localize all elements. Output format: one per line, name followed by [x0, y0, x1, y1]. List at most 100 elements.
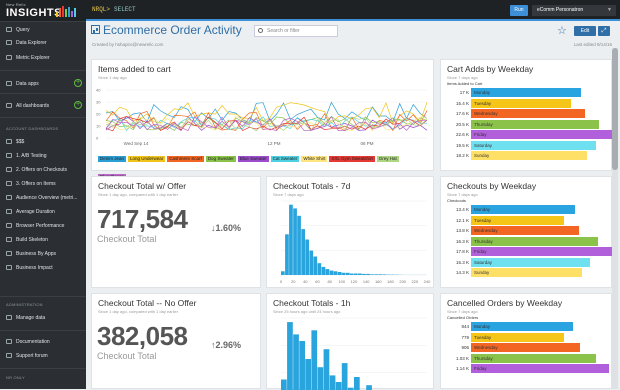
sidebar-dashboard-item[interactable]: 2. Offers on Checkouts [0, 164, 86, 175]
sidebar-dashboard-item[interactable]: Audience Overview (metri... [0, 192, 86, 203]
data-apps-icon [6, 81, 12, 86]
sidebar-item-query[interactable]: Query [0, 24, 86, 35]
legend-item[interactable]: XXL Gym Sweatshirt [329, 156, 374, 162]
fullscreen-button[interactable]: ⤢ [598, 26, 610, 36]
legend-item[interactable]: Long Underwear [128, 156, 165, 162]
widget-title: Checkouts by Weekday [447, 181, 536, 191]
legend-item[interactable]: Cat Sweater [271, 156, 300, 162]
weekday-row: 22.6 KFriday [445, 130, 619, 139]
sidebar-item-manage-data[interactable]: Manage data [0, 312, 86, 323]
search-input[interactable]: Search or filter [254, 25, 338, 37]
row-value: 17 K [445, 88, 469, 97]
documentation-icon [6, 339, 12, 344]
sidebar-dashboard-item[interactable]: Business Impact [0, 262, 86, 273]
weekday-row: 12.1 KTuesday [445, 216, 619, 225]
row-value: 1.03 K [445, 354, 469, 363]
weekday-bar: Tuesday [471, 333, 564, 342]
edit-button[interactable]: Edit [574, 26, 596, 36]
y-tick-label: 20 [96, 112, 101, 117]
account-name: eComm Personatron [537, 7, 583, 13]
weekday-bar: Wednesday [471, 226, 579, 235]
legend-item[interactable]: Blue Sweater [238, 156, 269, 162]
widget-checkout-totals-7d[interactable]: Checkout Totals - 7d Since 7 days ago 02… [266, 176, 434, 288]
widget-title: Checkout Total w/ Offer [98, 181, 186, 191]
histogram-bar [281, 380, 287, 390]
sidebar-item-data-explorer[interactable]: Data Explorer [0, 37, 86, 48]
sidebar-dashboard-item[interactable]: 3. Offers on Items [0, 178, 86, 189]
sidebar-item-label: 1. A/B Testing [16, 153, 46, 159]
weekday-row: 844Monday [445, 322, 619, 331]
sidebar-dashboard-item[interactable]: Average Duration [0, 206, 86, 217]
widget-checkout-totals-1h[interactable]: Checkout Totals - 1h Since 25 hours ago … [266, 293, 434, 389]
legend-item[interactable]: Grey Hat [377, 156, 399, 162]
add-data-app-button[interactable]: + [74, 79, 82, 87]
weekday-bar: Wednesday [471, 343, 580, 352]
row-value: 19.5 K [445, 141, 469, 150]
histogram-bar [281, 271, 285, 275]
y-tick-label: 30 [96, 100, 101, 105]
sidebar-item-support-forum[interactable]: Support forum [0, 350, 86, 361]
histogram-bar [370, 274, 374, 275]
weekday-bar: Friday [471, 247, 612, 256]
histogram-bar [326, 269, 330, 275]
sidebar-dashboard-item[interactable]: 1. A/B Testing [0, 150, 86, 161]
row-value: 13.4 K [445, 205, 469, 214]
sidebar-dashboard-item[interactable]: Build Skeleton [0, 234, 86, 245]
widget-checkout-total-offer[interactable]: Checkout Total w/ Offer Since 1 day ago,… [91, 176, 261, 288]
widget-subtitle: Since 1 day ago, compared with 1 day ear… [98, 192, 178, 197]
histogram-bar [324, 349, 330, 390]
widget-items-added[interactable]: Items added to cart Since 1 day ago 4030… [91, 59, 434, 171]
histogram-bar [354, 377, 360, 390]
histogram-bar [330, 375, 336, 390]
legend-item[interactable]: Cashmere Scarf [167, 156, 204, 162]
x-tick-label: 180 [387, 279, 394, 284]
weekday-row: 19.5 KSaturday [445, 141, 619, 150]
histogram-bar [318, 263, 322, 275]
query-icon [6, 27, 12, 32]
section-administration: ADMINISTRATION [6, 302, 43, 307]
sidebar-item-label: All dashboards [16, 103, 49, 109]
weekday-bar: Saturday [471, 258, 590, 267]
nrql-input[interactable]: NRQL>SELECT [92, 6, 136, 13]
scrollbar-thumb[interactable] [612, 48, 618, 170]
x-tick-label: 140 [363, 279, 370, 284]
widget-cart-adds-weekday[interactable]: Cart Adds by Weekday Since 7 days ago It… [440, 59, 612, 171]
change-percent: ↓1.60% [211, 223, 241, 233]
dashboard-icon [6, 167, 12, 172]
row-value: 12.1 K [445, 216, 469, 225]
run-button[interactable]: Run [510, 5, 528, 16]
legend-item[interactable]: White Shirt [301, 156, 327, 162]
sidebar-item-label: Browser Performance [16, 223, 64, 229]
weekday-row: 906Wednesday [445, 343, 619, 352]
widget-checkout-total-nooffer[interactable]: Checkout Total -- No Offer Since 1 day a… [91, 293, 261, 389]
sidebar-item-metric-explorer[interactable]: Metric Explorer [0, 52, 86, 63]
histogram-bar [285, 234, 289, 275]
dashboard-icon [6, 153, 12, 158]
sidebar-dashboard-item[interactable]: Browser Performance [0, 220, 86, 231]
weekday-row: 1.14 KFriday [445, 364, 619, 373]
sidebar-dashboard-item[interactable]: $$$ [0, 136, 86, 147]
widget-cancelled-weekday[interactable]: Cancelled Orders by Weekday Since 7 days… [440, 293, 612, 389]
weekday-row: 17.6 KWednesday [445, 109, 619, 118]
weekday-row: 18.2 KSunday [445, 151, 619, 160]
widget-subtitle: Since 7 days ago [447, 309, 478, 314]
x-tick-label: 200 [399, 279, 406, 284]
sidebar-item-label: Business Impact [16, 265, 53, 271]
histogram-bar [322, 267, 326, 275]
sidebar-dashboard-item[interactable]: Business By Apps [0, 248, 86, 259]
histogram-bar [358, 274, 362, 276]
legend-item[interactable]: Denim Jean [98, 156, 126, 162]
add-dashboard-button[interactable]: + [74, 101, 82, 109]
widget-label: Cancelled Orders [447, 315, 478, 320]
histogram-bar [305, 359, 311, 390]
account-selector[interactable]: eComm Personatron▼ [532, 5, 616, 16]
widget-checkouts-weekday[interactable]: Checkouts by Weekday Since 7 days ago Ch… [440, 176, 612, 288]
sidebar-item-label: Metric Explorer [16, 55, 50, 61]
x-tick-label: 220 [411, 279, 418, 284]
legend-item[interactable]: Dog Sweater [206, 156, 236, 162]
insights-logo[interactable]: New Relic INSIGHTS [0, 0, 86, 22]
favorite-star-icon[interactable]: ☆ [557, 24, 567, 37]
dashboard-icon [6, 195, 12, 200]
section-account-dashboards: ACCOUNT DASHBOARDS [6, 126, 58, 131]
sidebar-item-documentation[interactable]: Documentation [0, 336, 86, 347]
